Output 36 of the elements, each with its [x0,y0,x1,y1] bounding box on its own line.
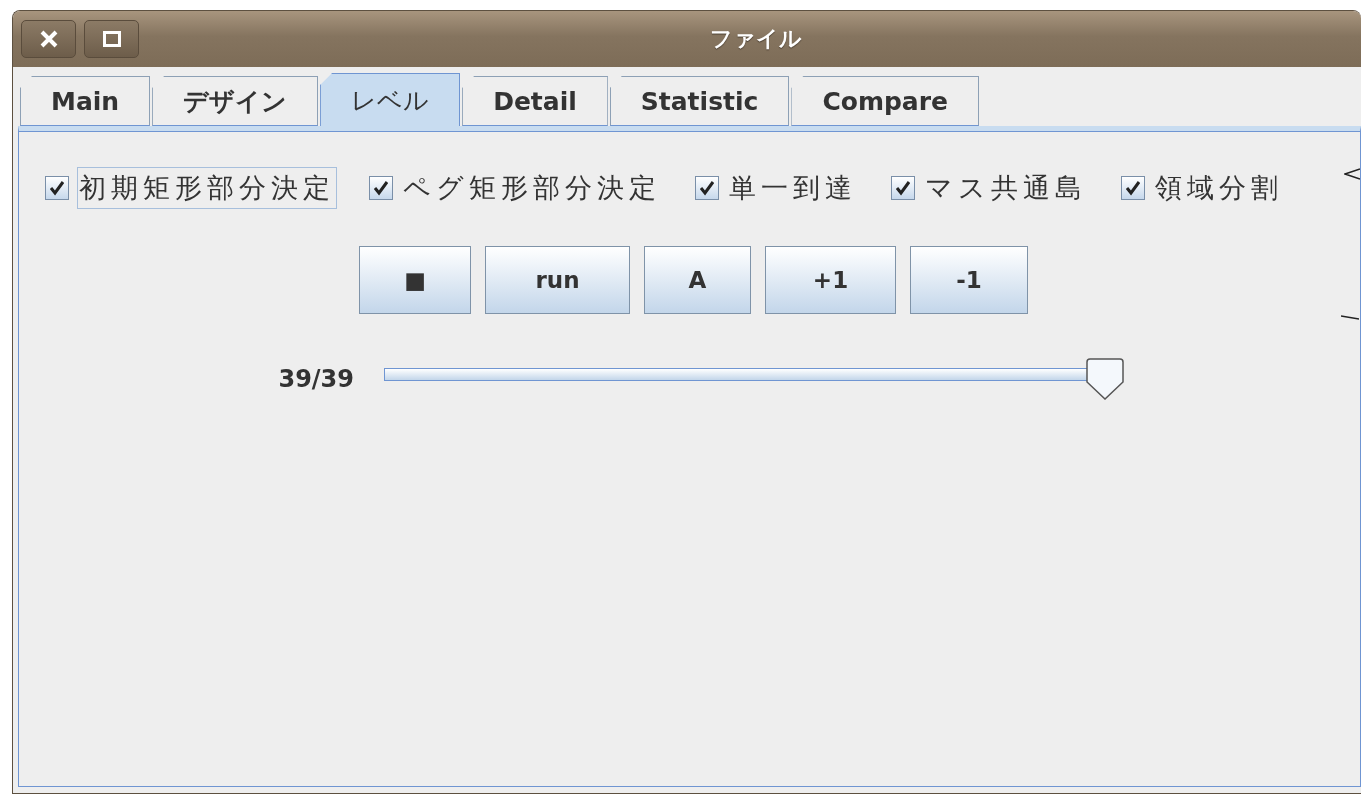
toolbar-button[interactable]: ■ [359,246,471,314]
checkbox[interactable] [891,176,915,200]
checkbox[interactable] [45,176,69,200]
check-icon [699,180,715,196]
slider-reading: 39/39 [277,365,354,393]
checkbox-label: 領域分割 [1154,171,1284,205]
tab[interactable]: Detail [462,76,608,126]
close-button[interactable] [21,20,76,58]
tab[interactable]: Main [20,76,151,126]
left-arrowhead-icon [1344,168,1360,180]
checkbox[interactable] [695,176,719,200]
slider[interactable] [384,358,1124,400]
toolbar-button[interactable]: run [485,246,630,314]
slider-thumb[interactable] [1086,358,1124,400]
checkbox-label: ペグ矩形部分決定 [402,171,662,205]
toolbar-button[interactable]: +1 [765,246,896,314]
checkbox-label: 初期矩形部分決定 [77,167,337,209]
tab[interactable]: デザイン [152,76,319,126]
window-title: ファイル [710,25,802,53]
check-icon [49,180,65,196]
tab[interactable]: レベル [320,73,461,126]
tab[interactable]: Compare [791,76,979,126]
line-icon [1341,315,1359,321]
maximize-button[interactable] [84,20,139,58]
checkbox-label: 単一到達 [728,171,858,205]
checkbox-label: マス共通島 [924,171,1088,205]
tab[interactable]: Statistic [609,76,790,126]
maximize-icon [102,31,121,47]
toolbar-button[interactable]: A [644,246,751,314]
check-icon [1125,180,1141,196]
check-icon [895,180,911,196]
check-icon [373,180,389,196]
close-icon [39,30,58,48]
checkbox[interactable] [1121,176,1145,200]
toolbar-button[interactable]: -1 [910,246,1028,314]
checkbox[interactable] [369,176,393,200]
